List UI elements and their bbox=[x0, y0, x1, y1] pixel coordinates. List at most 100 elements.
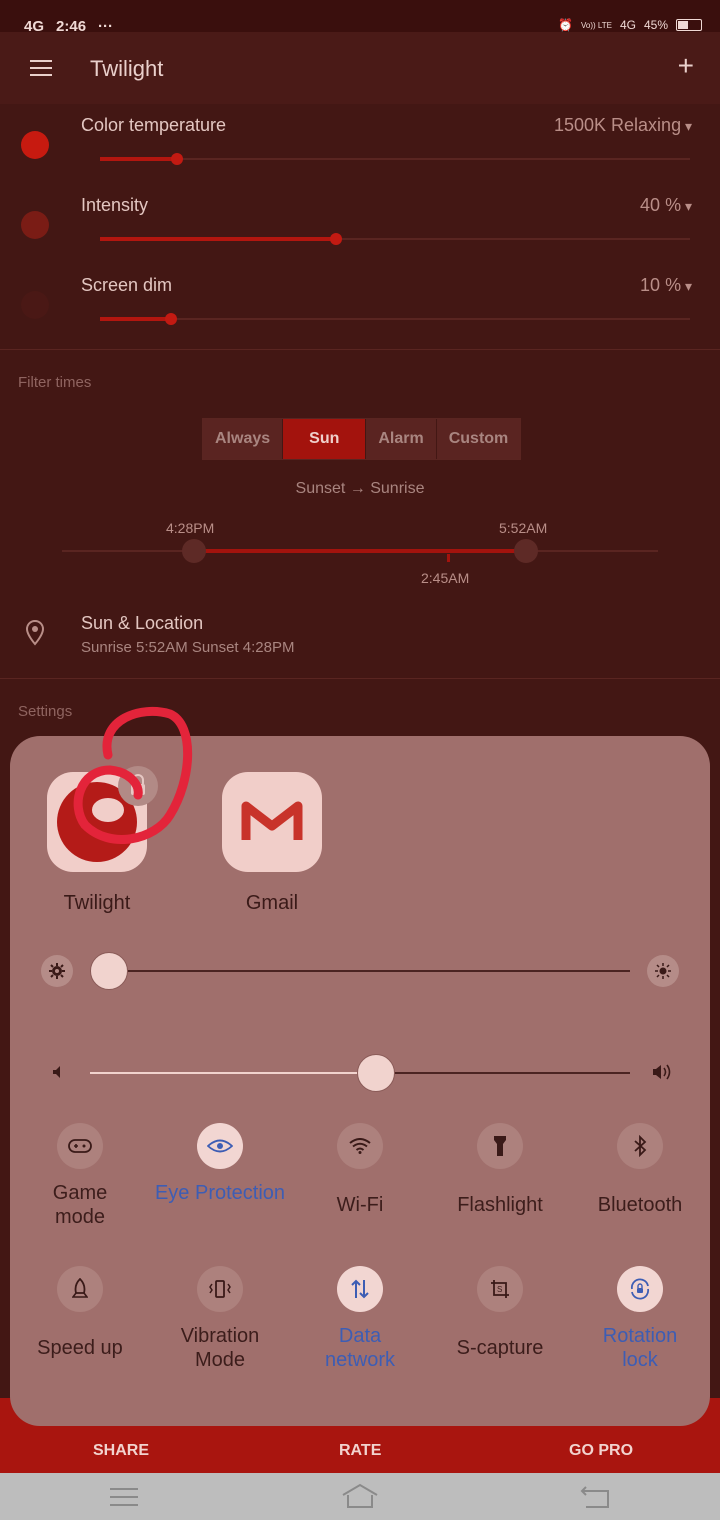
add-icon[interactable]: + bbox=[678, 50, 694, 82]
filter-times-caption: Sunset → Sunrise bbox=[295, 480, 425, 497]
wifi-label: Wi-Fi bbox=[336, 1194, 384, 1216]
alarm-icon: ⏰ bbox=[558, 18, 573, 32]
battery-percent: 45% bbox=[643, 18, 668, 32]
brightness-slider[interactable] bbox=[90, 952, 630, 990]
carrier-label: Vo)) LTE bbox=[580, 20, 612, 30]
twilight-app-label: Twilight bbox=[63, 892, 131, 914]
wifi-toggle[interactable]: Wi-Fi bbox=[290, 1123, 430, 1217]
volume-knob[interactable] bbox=[357, 1054, 396, 1092]
gmail-app-label: Gmail bbox=[245, 892, 299, 914]
flashlight-icon[interactable] bbox=[477, 1123, 523, 1169]
volume-low-icon bbox=[53, 1066, 60, 1078]
brightness-knob[interactable] bbox=[90, 952, 128, 990]
intensity-slider[interactable] bbox=[100, 233, 690, 245]
filter-times-heading: Filter times bbox=[18, 374, 92, 391]
hamburger-menu-icon[interactable] bbox=[30, 60, 52, 76]
page-title: Twilight bbox=[90, 56, 164, 81]
brightness-sun-icon bbox=[647, 955, 679, 987]
volume-high-icon bbox=[653, 1064, 671, 1080]
rotation-lock-toggle[interactable]: Rotation lock bbox=[570, 1266, 710, 1372]
intensity-label: Intensity bbox=[81, 195, 149, 215]
slider-fill bbox=[100, 157, 177, 161]
back-nav-icon[interactable] bbox=[580, 1485, 610, 1509]
screen-dim-value[interactable]: 10 % bbox=[640, 275, 692, 296]
divider bbox=[0, 678, 720, 679]
slider-knob[interactable] bbox=[170, 153, 183, 165]
game-mode-toggle[interactable]: Game mode bbox=[10, 1123, 150, 1229]
wifi-icon[interactable] bbox=[337, 1123, 383, 1169]
flashlight-toggle[interactable]: Flashlight bbox=[430, 1123, 570, 1217]
vibration-icon[interactable] bbox=[197, 1266, 243, 1312]
filter-timeline bbox=[62, 539, 658, 563]
game-mode-label: Game mode bbox=[52, 1182, 108, 1228]
share-button[interactable]: SHARE bbox=[93, 1442, 149, 1460]
divider bbox=[0, 349, 720, 350]
color-temperature-slider[interactable] bbox=[100, 153, 690, 165]
rotation-lock-icon[interactable] bbox=[617, 1266, 663, 1312]
tab-sun[interactable]: Sun bbox=[283, 419, 367, 459]
app-bar: Twilight + bbox=[0, 32, 720, 104]
end-time-label: 5:52AM bbox=[499, 520, 548, 536]
volume-fill bbox=[90, 1072, 377, 1074]
svg-text:S: S bbox=[497, 1285, 502, 1294]
network-indicator-right: 4G bbox=[619, 18, 636, 32]
slider-knob[interactable] bbox=[330, 233, 342, 245]
current-time-marker bbox=[447, 554, 450, 562]
bluetooth-label: Bluetooth bbox=[597, 1194, 683, 1216]
rate-button[interactable]: RATE bbox=[339, 1442, 381, 1460]
bluetooth-toggle[interactable]: Bluetooth bbox=[570, 1123, 710, 1217]
eye-protection-label: Eye Protection bbox=[154, 1182, 286, 1204]
color-temperature-value[interactable]: 1500K Relaxing bbox=[554, 115, 692, 136]
location-pin-icon bbox=[25, 620, 45, 646]
settings-heading: Settings bbox=[18, 703, 73, 720]
color-temperature-label: Color temperature bbox=[81, 115, 227, 135]
intensity-dot bbox=[21, 211, 49, 239]
go-pro-button[interactable]: GO PRO bbox=[569, 1442, 633, 1460]
data-network-toggle[interactable]: Data network bbox=[290, 1266, 430, 1372]
end-time-handle[interactable] bbox=[514, 539, 538, 563]
screen-dim-row[interactable]: Screen dim 10 % bbox=[0, 275, 720, 355]
start-time-handle[interactable] bbox=[182, 539, 206, 563]
data-network-label: Data network bbox=[324, 1325, 396, 1371]
bluetooth-icon[interactable] bbox=[617, 1123, 663, 1169]
vibration-mode-label: Vibration Mode bbox=[180, 1325, 260, 1371]
gmail-app-shortcut[interactable]: Gmail bbox=[222, 772, 322, 915]
current-time-label: 2:45AM bbox=[421, 570, 470, 586]
menu-nav-icon[interactable] bbox=[110, 1487, 138, 1507]
timeline-fill bbox=[194, 549, 524, 553]
rotation-lock-label: Rotation lock bbox=[602, 1325, 678, 1371]
slider-fill bbox=[100, 317, 171, 321]
volume-slider[interactable] bbox=[90, 1054, 630, 1092]
eye-protection-toggle[interactable]: Eye Protection bbox=[150, 1123, 290, 1205]
screen-dim-dot bbox=[21, 291, 49, 319]
sun-location-title[interactable]: Sun & Location bbox=[81, 613, 203, 634]
s-capture-label: S-capture bbox=[456, 1337, 544, 1359]
gamepad-icon[interactable] bbox=[57, 1123, 103, 1169]
home-nav-icon[interactable] bbox=[341, 1483, 379, 1509]
speed-up-label: Speed up bbox=[37, 1337, 123, 1359]
sun-location-subtitle: Sunrise 5:52AM Sunset 4:28PM bbox=[81, 639, 295, 656]
gmail-app-icon[interactable] bbox=[222, 772, 322, 872]
tab-always[interactable]: Always bbox=[203, 419, 284, 459]
intensity-row[interactable]: Intensity 40 % bbox=[0, 195, 720, 275]
brightness-auto-icon[interactable] bbox=[41, 955, 73, 987]
slider-knob[interactable] bbox=[164, 313, 177, 325]
screen-dim-label: Screen dim bbox=[81, 275, 173, 295]
vibration-mode-toggle[interactable]: Vibration Mode bbox=[150, 1266, 290, 1372]
screenshot-icon[interactable]: S bbox=[477, 1266, 523, 1312]
tab-alarm[interactable]: Alarm bbox=[366, 419, 437, 459]
rocket-icon[interactable] bbox=[57, 1266, 103, 1312]
color-dot bbox=[21, 131, 49, 159]
tab-custom[interactable]: Custom bbox=[436, 419, 521, 459]
battery-icon bbox=[676, 19, 702, 31]
intensity-value[interactable]: 40 % bbox=[640, 195, 692, 216]
slider-fill bbox=[100, 237, 336, 241]
s-capture-toggle[interactable]: S S-capture bbox=[430, 1266, 570, 1360]
color-temperature-row[interactable]: Color temperature 1500K Relaxing bbox=[0, 115, 720, 195]
speed-up-toggle[interactable]: Speed up bbox=[10, 1266, 150, 1360]
data-arrows-icon[interactable] bbox=[337, 1266, 383, 1312]
filter-times-tabs: Always Sun Alarm Custom bbox=[202, 418, 522, 460]
screen-dim-slider[interactable] bbox=[100, 313, 690, 325]
eye-icon[interactable] bbox=[197, 1123, 243, 1169]
annotation-circle bbox=[73, 706, 193, 844]
